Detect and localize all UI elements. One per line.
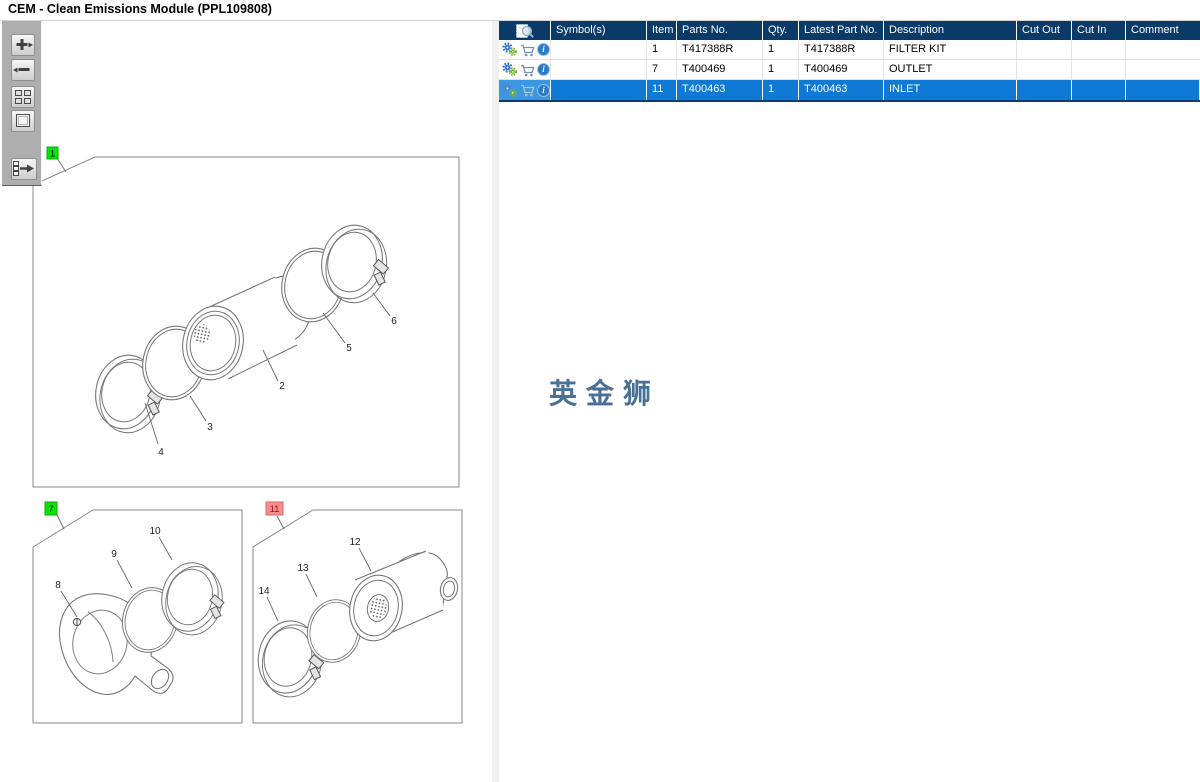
toggle-panel-icon [13,161,34,176]
diagram-label-7[interactable]: 7 [48,504,53,515]
cell-symbols [551,40,647,60]
parts-gears-icon[interactable] [502,42,518,57]
callout-14: 14 [258,586,270,597]
parts-table: Symbol(s) Item Parts No. Qty. Latest Par… [499,21,1200,102]
cell-parts-no: T400469 [677,60,763,80]
zoom-in-icon [16,39,33,50]
cell-latest-part-no: T400469 [799,60,884,80]
diagram-label-1[interactable]: 1 [50,149,55,160]
tile-view-button[interactable] [11,86,35,108]
table-row[interactable]: i 7 T400469 1 T400469 OUTLET [499,60,1200,80]
header-cell-preview[interactable] [499,21,551,40]
zoom-in-button[interactable] [11,34,35,56]
callout-4: 4 [158,447,164,458]
cart-icon[interactable] [520,83,535,97]
row-actions: i [499,40,551,60]
panel-splitter[interactable] [492,21,499,782]
callout-8: 8 [55,580,61,591]
info-icon[interactable]: i [537,83,550,97]
cell-cut-in [1072,40,1126,60]
part-canister-12 [349,550,459,642]
table-row[interactable]: i 1 T417388R 1 T417388R FILTER KIT [499,40,1200,60]
cell-parts-no: T400463 [677,80,763,100]
callout-6: 6 [391,316,397,327]
callout-10: 10 [149,526,161,537]
cell-cut-out [1017,60,1072,80]
cart-icon[interactable] [520,63,535,77]
callout-2: 2 [279,381,285,392]
table-row-selected[interactable]: i 11 T400463 1 T400463 INLET [499,80,1200,102]
parts-gears-icon[interactable] [502,82,518,98]
callout-5: 5 [346,343,352,354]
callout-9: 9 [111,549,117,560]
app-window: CEM - Clean Emissions Module (PPL109808) [0,0,1200,782]
diagram-panel: 1 4 3 2 5 6 7 8 9 10 11 14 13 12 [32,146,463,724]
fit-view-button[interactable] [11,110,35,132]
cell-cut-out [1017,80,1072,100]
page-title: CEM - Clean Emissions Module (PPL109808) [8,2,272,16]
cell-description: INLET [884,80,1017,100]
cell-item: 11 [647,80,677,100]
zoom-out-button[interactable] [11,59,35,81]
preview-document-icon [515,23,534,38]
cell-description: FILTER KIT [884,40,1017,60]
cell-cut-out [1017,40,1072,60]
cell-cut-in [1072,60,1126,80]
cell-symbols [551,80,647,100]
cell-comment [1126,80,1200,100]
zoom-out-icon [13,67,30,73]
parts-gears-icon[interactable] [502,62,518,77]
diagram-label-11[interactable]: 11 [270,504,280,515]
cell-latest-part-no: T400463 [799,80,884,100]
callout-13: 13 [297,563,309,574]
column-header-symbols[interactable]: Symbol(s) [551,21,647,40]
row-actions: i [499,60,551,80]
cell-qty: 1 [763,40,799,60]
cell-item: 7 [647,60,677,80]
column-header-qty[interactable]: Qty. [763,21,799,40]
column-header-parts-no[interactable]: Parts No. [677,21,763,40]
toggle-panel-button[interactable] [11,158,37,180]
cell-qty: 1 [763,60,799,80]
cell-item: 1 [647,40,677,60]
column-header-comment[interactable]: Comment [1126,21,1200,40]
info-icon[interactable]: i [537,43,550,56]
cell-qty: 1 [763,80,799,100]
watermark-text: 英金狮 [549,378,661,409]
cell-parts-no: T417388R [677,40,763,60]
info-icon[interactable]: i [537,63,550,76]
cell-comment [1126,60,1200,80]
callout-12: 12 [349,537,361,548]
column-header-description[interactable]: Description [884,21,1017,40]
column-header-cut-in[interactable]: Cut In [1072,21,1126,40]
cell-symbols [551,60,647,80]
diagram-toolbar [2,21,42,186]
cell-comment [1126,40,1200,60]
column-header-latest-part-no[interactable]: Latest Part No. [799,21,884,40]
row-actions: i [499,80,551,100]
column-header-item[interactable]: Item [647,21,677,40]
column-header-cut-out[interactable]: Cut Out [1017,21,1072,40]
tile-view-icon [15,90,31,104]
cell-description: OUTLET [884,60,1017,80]
fit-view-icon [16,114,30,127]
cell-cut-in [1072,80,1126,100]
callout-3: 3 [207,422,213,433]
cart-icon[interactable] [520,43,535,57]
table-header-row: Symbol(s) Item Parts No. Qty. Latest Par… [499,21,1200,40]
cell-latest-part-no: T417388R [799,40,884,60]
